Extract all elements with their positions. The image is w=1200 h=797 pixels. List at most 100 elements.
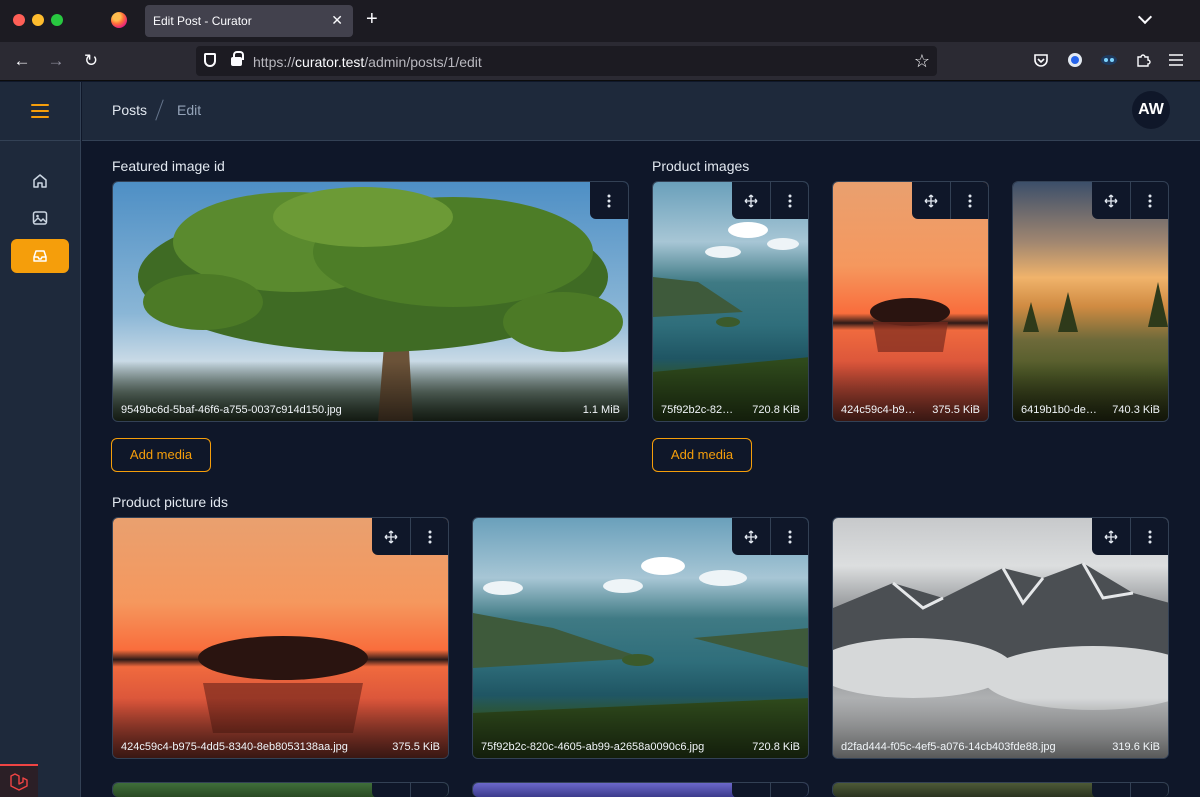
- more-options-icon[interactable]: [770, 783, 808, 797]
- debugbar-toggle[interactable]: [0, 764, 38, 797]
- url-prefix: https://: [253, 54, 296, 70]
- lock-icon[interactable]: [231, 51, 244, 66]
- back-arrow-icon[interactable]: ←: [11, 50, 33, 72]
- drag-handle-icon[interactable]: [1092, 783, 1130, 797]
- file-name: 424c59c4-b9…: [841, 404, 916, 416]
- media-actions: [732, 518, 808, 555]
- browser-tab[interactable]: Edit Post - Curator ✕: [145, 5, 353, 37]
- add-product-media-button[interactable]: Add media: [652, 438, 752, 472]
- media-actions: [590, 182, 628, 219]
- extension-badge-icon[interactable]: [1066, 52, 1084, 70]
- media-actions: [1092, 783, 1168, 797]
- url-host: curator.test: [295, 54, 365, 70]
- firefox-icon: [111, 12, 127, 28]
- product-picture-card[interactable]: [832, 782, 1169, 797]
- extension-eyes-icon[interactable]: [1100, 52, 1118, 70]
- more-options-icon[interactable]: [590, 182, 628, 219]
- media-actions: [1092, 182, 1168, 219]
- product-picture-ids-label: Product picture ids: [112, 494, 228, 510]
- file-size: 375.5 KiB: [392, 741, 440, 753]
- chevron-down-icon[interactable]: [1137, 9, 1153, 25]
- media-actions: [1092, 518, 1168, 555]
- file-name: d2fad444-f05c-4ef5-a076-14cb403fde88.jpg: [841, 741, 1056, 753]
- shield-icon[interactable]: [204, 53, 216, 67]
- more-options-icon[interactable]: [410, 518, 448, 555]
- product-picture-card[interactable]: [472, 782, 809, 797]
- file-size: 720.8 KiB: [752, 741, 800, 753]
- bookmark-star-icon[interactable]: ☆: [914, 51, 930, 72]
- file-size: 1.1 MiB: [582, 404, 620, 416]
- browser-toolbar: ← → ↻ https://curator.test/admin/posts/1…: [0, 42, 1200, 81]
- media-actions: [912, 182, 988, 219]
- sidebar-item-media[interactable]: [11, 201, 69, 235]
- file-name: 75f92b2c-82…: [661, 404, 734, 416]
- url-path: /admin/posts/1/edit: [364, 54, 482, 70]
- more-options-icon[interactable]: [950, 182, 988, 219]
- extensions-puzzle-icon[interactable]: [1134, 52, 1152, 70]
- avatar[interactable]: AW: [1132, 91, 1170, 129]
- window-zoom-button[interactable]: [51, 14, 63, 26]
- laravel-logo-icon: [10, 773, 28, 791]
- sidebar-divider: [0, 140, 81, 141]
- more-options-icon[interactable]: [770, 182, 808, 219]
- file-size: 319.6 KiB: [1112, 741, 1160, 753]
- media-actions: [732, 783, 808, 797]
- drag-handle-icon[interactable]: [732, 182, 770, 219]
- sidebar-item-posts[interactable]: [11, 239, 69, 273]
- window-minimize-button[interactable]: [32, 14, 44, 26]
- drag-handle-icon[interactable]: [912, 182, 950, 219]
- drag-handle-icon[interactable]: [372, 518, 410, 555]
- more-options-icon[interactable]: [410, 783, 448, 797]
- more-options-icon[interactable]: [1130, 518, 1168, 555]
- browser-tab-bar: Edit Post - Curator ✕ +: [0, 0, 1200, 42]
- more-options-icon[interactable]: [770, 518, 808, 555]
- file-name: 6419b1b0-de…: [1021, 404, 1097, 416]
- drag-handle-icon[interactable]: [732, 518, 770, 555]
- add-featured-media-button[interactable]: Add media: [111, 438, 211, 472]
- product-picture-card[interactable]: d2fad444-f05c-4ef5-a076-14cb403fde88.jpg…: [832, 517, 1169, 759]
- inbox-icon: [33, 250, 47, 262]
- breadcrumb-separator: [155, 99, 164, 121]
- product-image-card[interactable]: 6419b1b0-de… 740.3 KiB: [1012, 181, 1169, 422]
- file-size: 375.5 KiB: [932, 404, 980, 416]
- media-actions: [372, 518, 448, 555]
- address-bar[interactable]: https://curator.test/admin/posts/1/edit …: [196, 46, 937, 76]
- file-name: 75f92b2c-820c-4605-ab99-a2658a0090c6.jpg: [481, 741, 705, 753]
- file-name: 9549bc6d-5baf-46f6-a755-0037c914d150.jpg: [121, 404, 342, 416]
- featured-image-card[interactable]: 9549bc6d-5baf-46f6-a755-0037c914d150.jpg…: [112, 181, 629, 422]
- sidebar: [0, 82, 81, 797]
- reload-icon[interactable]: ↻: [80, 50, 102, 72]
- file-size: 740.3 KiB: [1112, 404, 1160, 416]
- menu-icon[interactable]: [1167, 52, 1185, 70]
- tab-title: Edit Post - Curator: [153, 14, 252, 28]
- file-size: 720.8 KiB: [752, 404, 800, 416]
- url-text[interactable]: https://curator.test/admin/posts/1/edit: [253, 54, 482, 70]
- product-images-label: Product images: [652, 158, 750, 174]
- product-picture-card[interactable]: 424c59c4-b975-4dd5-8340-8eb8053138aa.jpg…: [112, 517, 449, 759]
- window-close-button[interactable]: [13, 14, 25, 26]
- drag-handle-icon[interactable]: [1092, 182, 1130, 219]
- pocket-icon[interactable]: [1032, 52, 1050, 70]
- product-image-card[interactable]: 75f92b2c-82… 720.8 KiB: [652, 181, 809, 422]
- drag-handle-icon[interactable]: [372, 783, 410, 797]
- home-icon: [33, 174, 47, 188]
- breadcrumb-posts[interactable]: Posts: [112, 102, 147, 118]
- product-picture-card[interactable]: [112, 782, 449, 797]
- product-picture-card[interactable]: 75f92b2c-820c-4605-ab99-a2658a0090c6.jpg…: [472, 517, 809, 759]
- featured-image-label: Featured image id: [112, 158, 225, 174]
- media-actions: [732, 182, 808, 219]
- new-tab-icon[interactable]: +: [366, 9, 378, 29]
- drag-handle-icon[interactable]: [732, 783, 770, 797]
- hamburger-menu-icon[interactable]: [31, 104, 49, 118]
- tab-close-icon[interactable]: ✕: [331, 12, 343, 29]
- page-header: Posts Edit AW: [82, 82, 1200, 141]
- drag-handle-icon[interactable]: [1092, 518, 1130, 555]
- more-options-icon[interactable]: [1130, 182, 1168, 219]
- sidebar-item-dashboard[interactable]: [11, 164, 69, 198]
- image-icon: [32, 211, 48, 225]
- more-options-icon[interactable]: [1130, 783, 1168, 797]
- forward-arrow-icon[interactable]: →: [45, 50, 67, 72]
- file-name: 424c59c4-b975-4dd5-8340-8eb8053138aa.jpg: [121, 741, 348, 753]
- product-image-card[interactable]: 424c59c4-b9… 375.5 KiB: [832, 181, 989, 422]
- breadcrumb-edit: Edit: [177, 102, 202, 118]
